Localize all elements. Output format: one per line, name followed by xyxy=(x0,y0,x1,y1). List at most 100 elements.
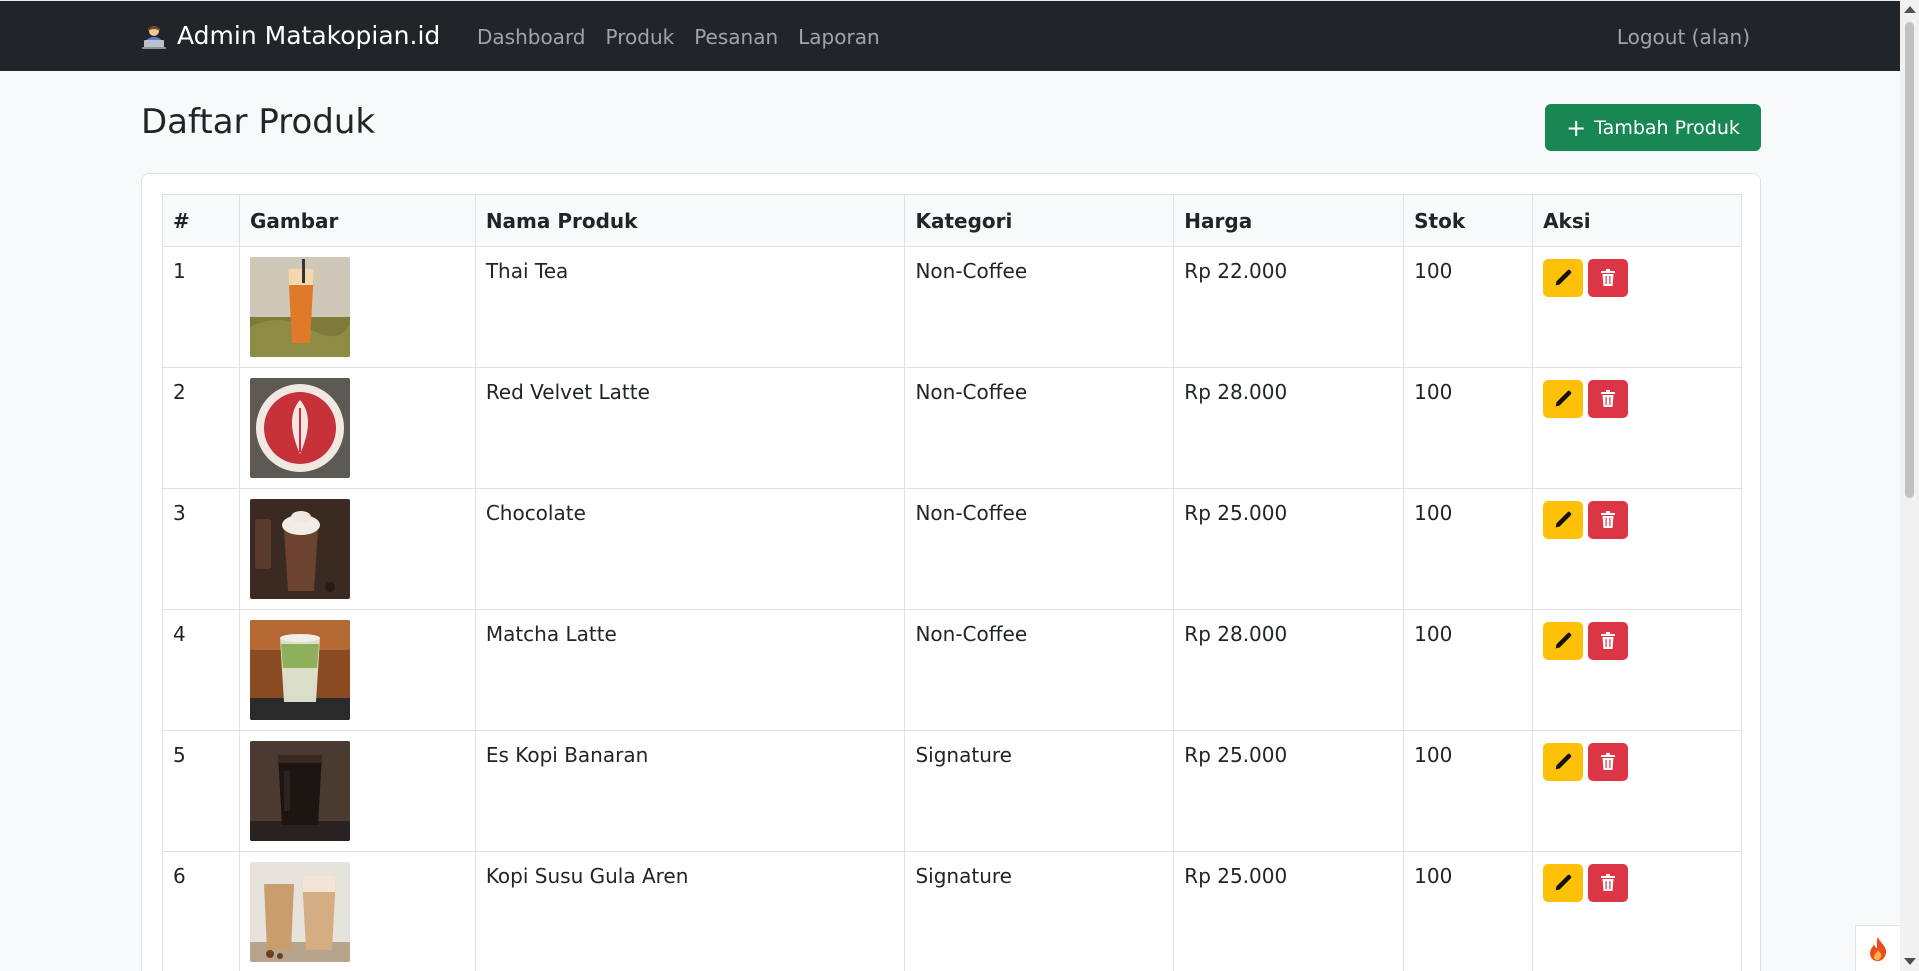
nav-link-laporan[interactable]: Laporan xyxy=(798,22,879,52)
col-header-kategori: Kategori xyxy=(904,194,1175,247)
table-row: 3 Chocolate Non-Coffee Rp 25.000 100 xyxy=(162,488,1742,610)
delete-button[interactable] xyxy=(1588,864,1629,902)
trash-icon xyxy=(1601,753,1616,770)
cell-actions xyxy=(1532,246,1742,368)
cell-no: 4 xyxy=(162,609,240,731)
row-actions xyxy=(1543,259,1731,297)
scroll-up-arrow-icon[interactable] xyxy=(1904,6,1916,13)
cell-actions xyxy=(1532,851,1742,971)
cell-stock: 100 xyxy=(1403,730,1534,852)
cell-actions xyxy=(1532,367,1742,489)
matcha-latte-photo xyxy=(249,620,350,720)
cell-no: 5 xyxy=(162,730,240,852)
cell-image xyxy=(238,730,476,852)
cell-no: 2 xyxy=(162,367,240,489)
cell-actions xyxy=(1532,609,1742,731)
col-header-no: # xyxy=(162,194,240,247)
chocolate-photo xyxy=(249,499,350,599)
navbar-brand[interactable]: Admin Matakopian.id xyxy=(141,18,440,54)
logout-link[interactable]: Logout (alan) xyxy=(1617,22,1750,52)
delete-button[interactable] xyxy=(1588,380,1629,418)
cell-image xyxy=(238,367,476,489)
nav-link-dashboard[interactable]: Dashboard xyxy=(477,22,586,52)
product-card: # Gambar Nama Produk Kategori Harga Stok… xyxy=(141,173,1761,971)
debug-toolbar-badge[interactable] xyxy=(1855,925,1900,971)
edit-button[interactable] xyxy=(1543,259,1584,297)
add-product-label: Tambah Produk xyxy=(1594,116,1740,139)
nav-link-produk[interactable]: Produk xyxy=(606,22,675,52)
cell-category: Non-Coffee xyxy=(904,488,1175,610)
kopi-susu-gula-aren-photo xyxy=(249,862,350,962)
trash-icon xyxy=(1601,390,1616,407)
pencil-icon xyxy=(1555,874,1572,891)
cell-name: Kopi Susu Gula Aren xyxy=(474,851,906,971)
cell-category: Signature xyxy=(904,851,1175,971)
red-velvet-latte-photo xyxy=(249,378,350,478)
cell-category: Signature xyxy=(904,730,1175,852)
nav-link-pesanan[interactable]: Pesanan xyxy=(694,22,778,52)
plus-icon: + xyxy=(1566,113,1587,142)
delete-button[interactable] xyxy=(1588,501,1629,539)
edit-button[interactable] xyxy=(1543,743,1584,781)
trash-icon xyxy=(1601,511,1616,528)
cell-name: Chocolate xyxy=(474,488,906,610)
page-scrollbar[interactable] xyxy=(1900,0,1919,971)
cell-stock: 100 xyxy=(1403,367,1534,489)
col-header-gambar: Gambar xyxy=(238,194,476,247)
cell-name: Thai Tea xyxy=(474,246,906,368)
row-actions xyxy=(1543,622,1731,660)
pencil-icon xyxy=(1555,753,1572,770)
pencil-icon xyxy=(1555,390,1572,407)
table-row: 2 Red Velvet Latte Non-Coffee Rp 28.000 … xyxy=(162,367,1742,489)
flame-icon xyxy=(1870,936,1887,961)
edit-button[interactable] xyxy=(1543,380,1584,418)
cell-name: Red Velvet Latte xyxy=(474,367,906,489)
cell-price: Rp 28.000 xyxy=(1173,609,1405,731)
delete-button[interactable] xyxy=(1588,622,1629,660)
row-actions xyxy=(1543,501,1731,539)
cell-category: Non-Coffee xyxy=(904,609,1175,731)
col-header-harga: Harga xyxy=(1173,194,1405,247)
cell-name: Matcha Latte xyxy=(474,609,906,731)
table-header-row: # Gambar Nama Produk Kategori Harga Stok… xyxy=(162,194,1742,247)
cell-image xyxy=(238,609,476,731)
cell-stock: 100 xyxy=(1403,488,1534,610)
col-header-nama: Nama Produk xyxy=(474,194,906,247)
person-at-laptop-icon xyxy=(142,26,166,49)
scroll-down-arrow-icon[interactable] xyxy=(1904,958,1916,965)
thai-tea-photo xyxy=(249,257,350,357)
cell-image xyxy=(238,851,476,971)
cell-category: Non-Coffee xyxy=(904,367,1175,489)
add-product-button[interactable]: + Tambah Produk xyxy=(1545,104,1761,151)
edit-button[interactable] xyxy=(1543,501,1584,539)
es-kopi-banaran-photo xyxy=(249,741,350,841)
cell-price: Rp 25.000 xyxy=(1173,851,1405,971)
trash-icon xyxy=(1601,632,1616,649)
table-row: 1 Thai Tea Non-Coffee Rp 22.000 100 xyxy=(162,246,1742,368)
row-actions xyxy=(1543,743,1731,781)
cell-no: 6 xyxy=(162,851,240,971)
delete-button[interactable] xyxy=(1588,743,1629,781)
cell-stock: 100 xyxy=(1403,851,1534,971)
row-actions xyxy=(1543,864,1731,902)
table-row: 5 Es Kopi Banaran Signature Rp 25.000 10… xyxy=(162,730,1742,852)
cell-name: Es Kopi Banaran xyxy=(474,730,906,852)
brand-label: Admin Matakopian.id xyxy=(177,21,441,50)
cell-price: Rp 25.000 xyxy=(1173,488,1405,610)
cell-actions xyxy=(1532,730,1742,852)
table-row: 6 Kopi Susu Gula Aren Signature Rp 25.00… xyxy=(162,851,1742,971)
navbar: Admin Matakopian.id Dashboard Produk Pes… xyxy=(0,0,1900,71)
nav-links: Dashboard Produk Pesanan Laporan xyxy=(477,22,880,52)
edit-button[interactable] xyxy=(1543,864,1584,902)
cell-stock: 100 xyxy=(1403,609,1534,731)
cell-image xyxy=(238,488,476,610)
product-table: # Gambar Nama Produk Kategori Harga Stok… xyxy=(162,194,1742,971)
edit-button[interactable] xyxy=(1543,622,1584,660)
cell-image xyxy=(238,246,476,368)
delete-button[interactable] xyxy=(1588,259,1629,297)
trash-icon xyxy=(1601,269,1616,286)
cell-price: Rp 25.000 xyxy=(1173,730,1405,852)
col-header-aksi: Aksi xyxy=(1532,194,1742,247)
scrollbar-thumb[interactable] xyxy=(1905,22,1914,498)
cell-stock: 100 xyxy=(1403,246,1534,368)
